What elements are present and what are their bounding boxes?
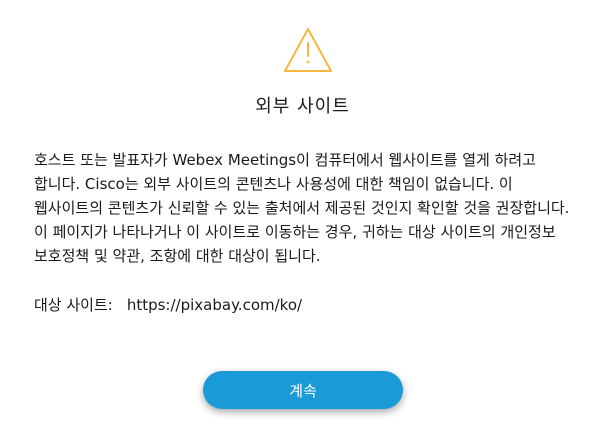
- target-site-row: 대상 사이트: https://pixabay.com/ko/: [34, 293, 302, 317]
- continue-button[interactable]: 계속: [203, 371, 403, 409]
- dialog-title: 외부 사이트: [255, 96, 350, 117]
- target-site-label: 대상 사이트:: [34, 296, 113, 314]
- external-site-dialog: 외부 사이트 호스트 또는 발표자가 Webex Meetings이 컴퓨터에서…: [0, 0, 605, 442]
- dialog-message: 호스트 또는 발표자가 Webex Meetings이 컴퓨터에서 웹사이트를 …: [34, 151, 570, 265]
- warning-triangle-icon: [284, 28, 332, 72]
- target-site-url: https://pixabay.com/ko/: [126, 296, 303, 314]
